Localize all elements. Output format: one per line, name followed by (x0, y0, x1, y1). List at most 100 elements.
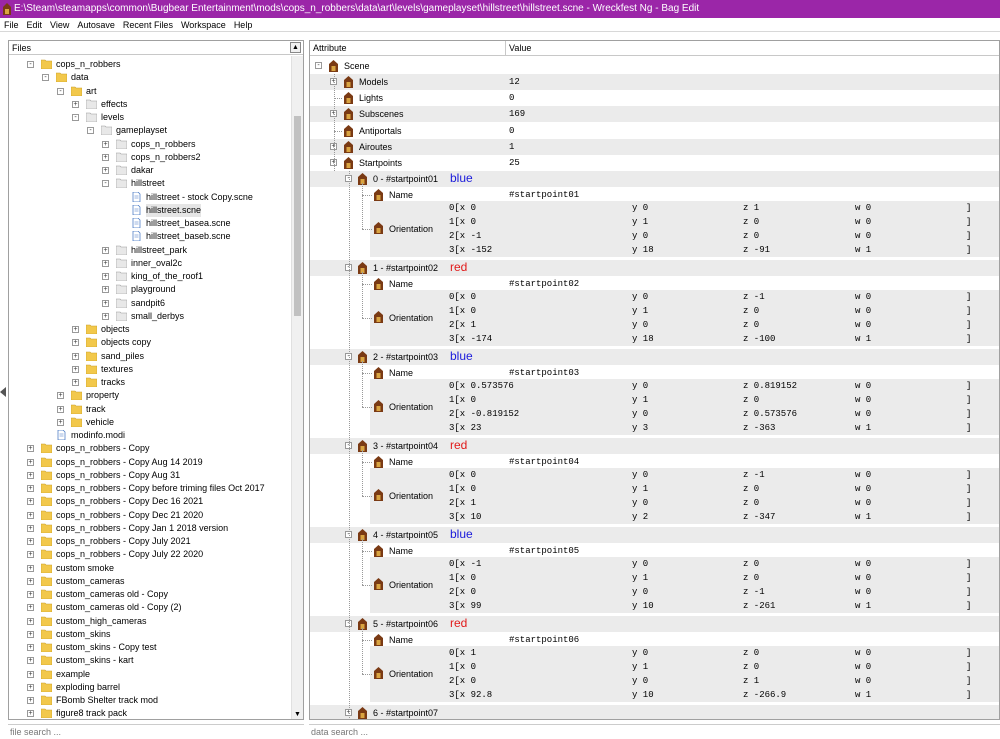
folder-item[interactable]: + FBomb Shelter track mod (9, 694, 292, 707)
folder-item[interactable]: + custom_skins - Copy test (9, 641, 292, 654)
expand-icon[interactable]: + (102, 140, 109, 148)
folder-item[interactable]: + custom_high_cameras (9, 615, 292, 628)
folder-item[interactable]: - levels (9, 111, 292, 124)
scene-node[interactable]: - Scene (310, 58, 999, 74)
expand-icon[interactable]: + (102, 273, 109, 280)
folder-item[interactable]: + cops_n_robbers - Copy July 22 2020 (9, 548, 292, 561)
startpoint-node[interactable]: +7 - #startpoint08 (310, 718, 999, 719)
menu-workspace[interactable]: Workspace (177, 18, 230, 32)
expand-icon[interactable]: + (27, 524, 34, 532)
expand-icon[interactable]: + (102, 299, 109, 307)
folder-item[interactable]: + custom_cameras (9, 575, 292, 588)
expand-icon[interactable]: + (27, 644, 34, 651)
scrollbar-thumb[interactable] (294, 116, 301, 316)
expand-icon[interactable]: + (27, 577, 34, 585)
expand-icon[interactable]: + (102, 259, 109, 267)
expand-icon[interactable]: + (27, 485, 34, 492)
folder-item[interactable]: + cops_n_robbers (9, 138, 292, 151)
scene-prop-row[interactable]: + Airoutes 1 (310, 138, 999, 155)
expand-icon[interactable]: + (72, 365, 79, 373)
collapse-icon[interactable]: - (315, 62, 322, 69)
file-item[interactable]: modinfo.modi (9, 429, 292, 442)
expand-icon[interactable]: + (27, 683, 34, 691)
expand-icon[interactable]: + (27, 564, 34, 572)
folder-item[interactable]: + cops_n_robbers - Copy before triming fi… (9, 482, 292, 495)
folder-item[interactable]: - data (9, 71, 292, 84)
folder-item[interactable]: + hillstreet_park (9, 244, 292, 257)
folder-item[interactable]: + effects (9, 98, 292, 111)
menu-recent-files[interactable]: Recent Files (119, 18, 177, 32)
folder-item[interactable]: + textures (9, 363, 292, 376)
folder-item[interactable]: + property (9, 389, 292, 402)
expand-icon[interactable]: + (72, 100, 79, 108)
folder-item[interactable]: + cops_n_robbers - Copy Dec 16 2021 (9, 495, 292, 508)
file-item[interactable]: hillstreet - stock Copy.scne (9, 191, 292, 204)
menu-file[interactable]: File (0, 18, 23, 32)
expand-icon[interactable]: + (27, 551, 34, 559)
folder-item[interactable]: + objects copy (9, 336, 292, 349)
folder-item[interactable]: + custom smoke (9, 562, 292, 575)
data-search-input[interactable]: data search ... (309, 724, 1000, 738)
expand-icon[interactable]: + (27, 604, 34, 612)
folder-item[interactable]: + cops_n_robbers - Copy Jan 1 2018 versio… (9, 522, 292, 535)
startpoint-node[interactable]: -3 - #startpoint04 red (310, 438, 999, 455)
folder-item[interactable]: + dakar (9, 164, 292, 177)
folder-item[interactable]: + cops_n_robbers - Copy Dec 21 2020 (9, 509, 292, 522)
expand-icon[interactable]: + (102, 286, 109, 294)
expand-icon[interactable]: + (27, 657, 34, 665)
collapse-icon[interactable]: - (102, 180, 109, 188)
expand-icon[interactable]: + (27, 630, 34, 638)
scene-prop-row[interactable]: + Startpoints 25 (310, 155, 999, 171)
expand-icon[interactable]: + (27, 617, 34, 625)
folder-item[interactable]: + custom_skins - kart (9, 654, 292, 667)
startpoint-node[interactable]: -4 - #startpoint05 blue (310, 527, 999, 544)
folder-item[interactable]: + track (9, 403, 292, 416)
startpoint-node[interactable]: -1 - #startpoint02 red (310, 260, 999, 277)
expand-icon[interactable]: + (27, 697, 34, 704)
folder-item[interactable]: - art (9, 85, 292, 98)
expand-icon[interactable]: + (27, 538, 34, 545)
folder-item[interactable]: + objects (9, 323, 292, 336)
folder-item[interactable]: + cops_n_robbers - Copy (9, 442, 292, 455)
folder-item[interactable]: + exploding barrel (9, 681, 292, 694)
scene-prop-row[interactable]: Antiportals 0 (310, 123, 999, 139)
folder-item[interactable]: + inner_oval2c (9, 257, 292, 270)
folder-item[interactable]: - gameplayset (9, 124, 292, 137)
scene-prop-row[interactable]: + Subscenes 169 (310, 106, 999, 123)
collapse-icon[interactable]: - (87, 127, 94, 135)
expand-icon[interactable]: + (27, 511, 34, 519)
expand-icon[interactable]: + (57, 405, 64, 413)
expand-icon[interactable]: + (72, 352, 79, 360)
folder-item[interactable]: + sandpit6 (9, 297, 292, 310)
folder-item[interactable]: + vehicle (9, 416, 292, 429)
file-search-input[interactable]: file search ... (8, 724, 304, 738)
folder-item[interactable]: + cops_n_robbers2 (9, 151, 292, 164)
attribute-column-header[interactable]: Attribute (313, 41, 347, 56)
expand-icon[interactable]: + (27, 498, 34, 506)
folder-item[interactable]: + small_derbys (9, 310, 292, 323)
folder-item[interactable]: - hillstreet (9, 177, 292, 190)
file-item[interactable]: hillstreet_basea.scne (9, 217, 292, 230)
startpoint-node[interactable]: -2 - #startpoint03 blue (310, 349, 999, 366)
startpoint-node[interactable]: -0 - #startpoint01 blue (310, 171, 999, 188)
scroll-down-icon[interactable]: ▼ (294, 711, 301, 718)
collapse-icon[interactable]: - (27, 61, 34, 68)
folder-item[interactable]: + king_of_the_roof1 (9, 270, 292, 283)
expand-icon[interactable]: + (27, 471, 34, 479)
expand-icon[interactable]: + (57, 418, 64, 426)
expand-icon[interactable]: + (72, 339, 79, 347)
collapse-arrow-icon[interactable] (0, 387, 6, 397)
file-item[interactable]: hillstreet.scne (9, 203, 292, 217)
folder-item[interactable]: + tracks (9, 376, 292, 389)
expand-icon[interactable]: + (102, 153, 109, 161)
collapse-icon[interactable]: - (42, 74, 49, 82)
folder-item[interactable]: + sand_piles (9, 350, 292, 363)
folder-item[interactable]: + custom_skins (9, 628, 292, 641)
expand-icon[interactable]: + (27, 445, 34, 453)
collapse-icon[interactable]: - (57, 87, 64, 95)
scroll-up-button[interactable]: ▲ (290, 42, 301, 53)
expand-icon[interactable]: + (102, 246, 109, 254)
expand-icon[interactable]: + (57, 392, 64, 400)
folder-item[interactable]: + cops_n_robbers - Copy July 2021 (9, 535, 292, 548)
expand-icon[interactable]: + (27, 710, 34, 718)
